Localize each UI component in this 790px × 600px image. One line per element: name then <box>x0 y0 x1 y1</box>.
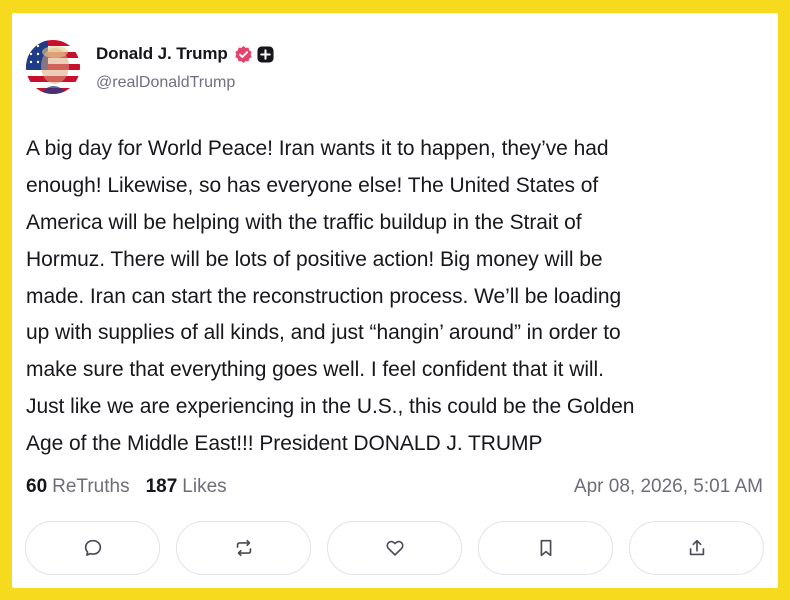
american-flag-portrait-icon <box>26 40 80 94</box>
post-text-line: made. Iran can start the reconstruction … <box>26 284 622 308</box>
likes-label[interactable]: Likes <box>182 476 226 498</box>
retruths-count[interactable]: 60 <box>26 476 47 498</box>
post-text-line: A big day for World Peace! Iran wants it… <box>26 137 609 160</box>
bookmark-icon <box>540 539 551 557</box>
bookmark-button[interactable] <box>478 521 613 575</box>
post-text-line: Hormuz. There will be lots of positive a… <box>26 247 603 271</box>
like-button[interactable] <box>327 521 462 575</box>
author-handle[interactable]: @realDonaldTrump <box>96 74 235 92</box>
reply-button[interactable] <box>25 521 160 575</box>
retruth-button[interactable] <box>176 521 311 575</box>
action-bar <box>25 521 764 577</box>
likes-count[interactable]: 187 <box>146 476 178 498</box>
verified-badge-icon <box>234 45 253 64</box>
heart-icon <box>385 540 404 556</box>
repost-icon <box>236 539 251 557</box>
post-text-line: enough! Likewise, so has everyone else! … <box>26 173 599 197</box>
author-row: Donald J. Trump <box>96 43 274 65</box>
share-icon <box>689 539 704 556</box>
post-timestamp[interactable]: Apr 08, 2026, 5:01 AM <box>574 476 763 498</box>
author-name[interactable]: Donald J. Trump <box>96 44 228 64</box>
plus-square-icon[interactable] <box>257 45 274 63</box>
post-text-line: America will be helping with the traffic… <box>26 210 582 234</box>
avatar[interactable] <box>26 40 80 94</box>
post-text-line: Just like we are experiencing in the U.S… <box>26 395 635 419</box>
post-stats: 60 ReTruths 187 Likes Apr 08, 2026, 5:01… <box>26 475 763 499</box>
post-text-line: up with supplies of all kinds, and just … <box>26 321 621 345</box>
post-text-line: Age of the Middle East!!! President DONA… <box>26 432 543 456</box>
share-button[interactable] <box>629 521 764 575</box>
post-text-line: make sure that everything goes well. I f… <box>26 358 604 382</box>
comment-icon <box>84 539 101 556</box>
post-card: Donald J. Trump @realDonaldTrump A big d… <box>12 13 778 588</box>
retruths-label[interactable]: ReTruths <box>52 476 129 498</box>
post-text: A big day for World Peace! Iran wants it… <box>26 131 771 463</box>
